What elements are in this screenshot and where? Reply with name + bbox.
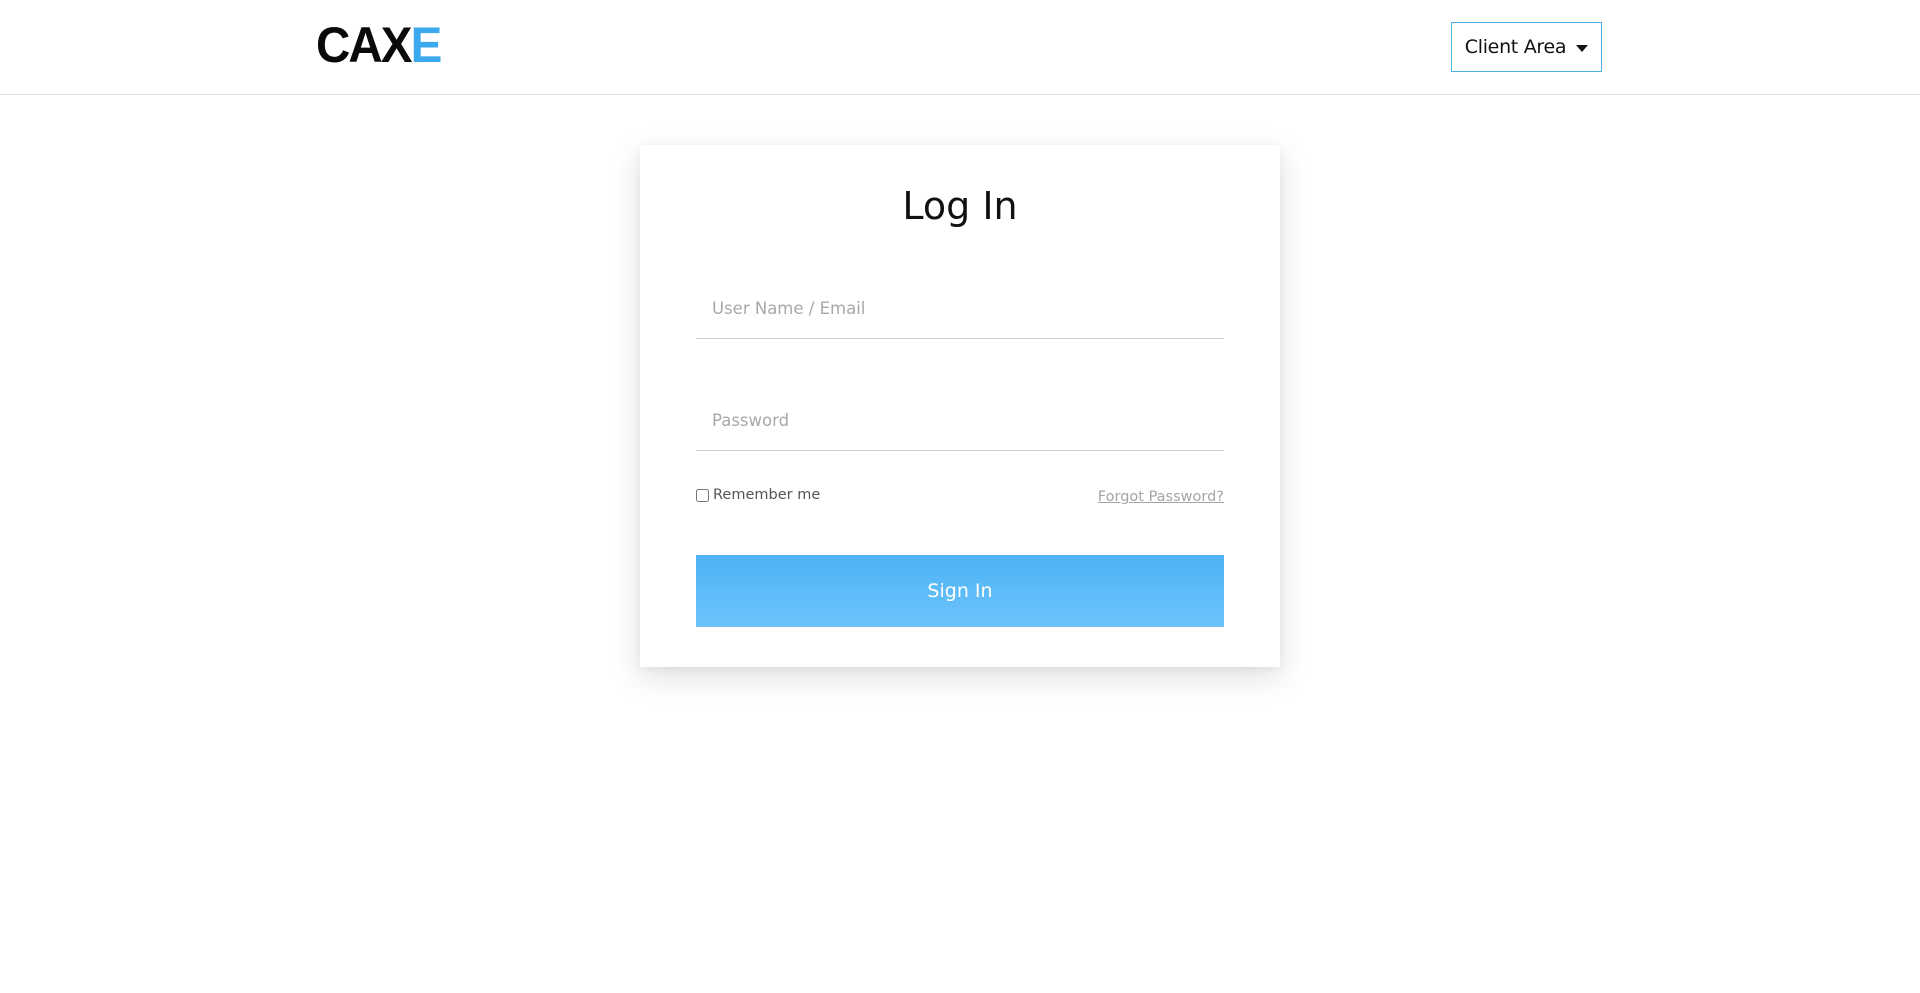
logo-text-accent: E — [410, 17, 443, 73]
forgot-password-link[interactable]: Forgot Password? — [1098, 489, 1224, 505]
site-logo[interactable]: CAXE — [316, 17, 443, 73]
logo-text-main: CAX — [316, 17, 412, 73]
remember-me-label: Remember me — [713, 487, 821, 503]
client-area-label: Client Area — [1464, 36, 1567, 58]
username-email-input[interactable] — [696, 279, 1224, 339]
remember-me-checkbox[interactable] — [696, 488, 709, 502]
sign-in-button[interactable]: Sign In — [696, 555, 1224, 627]
top-header: CAXE Client Area — [0, 0, 1920, 95]
client-area-dropdown[interactable]: Client Area — [1451, 22, 1602, 72]
options-row: Remember me Forgot Password? — [696, 487, 1224, 511]
remember-me[interactable]: Remember me — [696, 487, 820, 503]
password-input[interactable] — [696, 391, 1224, 451]
login-title: Log In — [902, 184, 1018, 228]
caret-down-icon — [1576, 44, 1589, 52]
login-card: Log In Remember me Forgot Password? Sign… — [640, 145, 1280, 667]
